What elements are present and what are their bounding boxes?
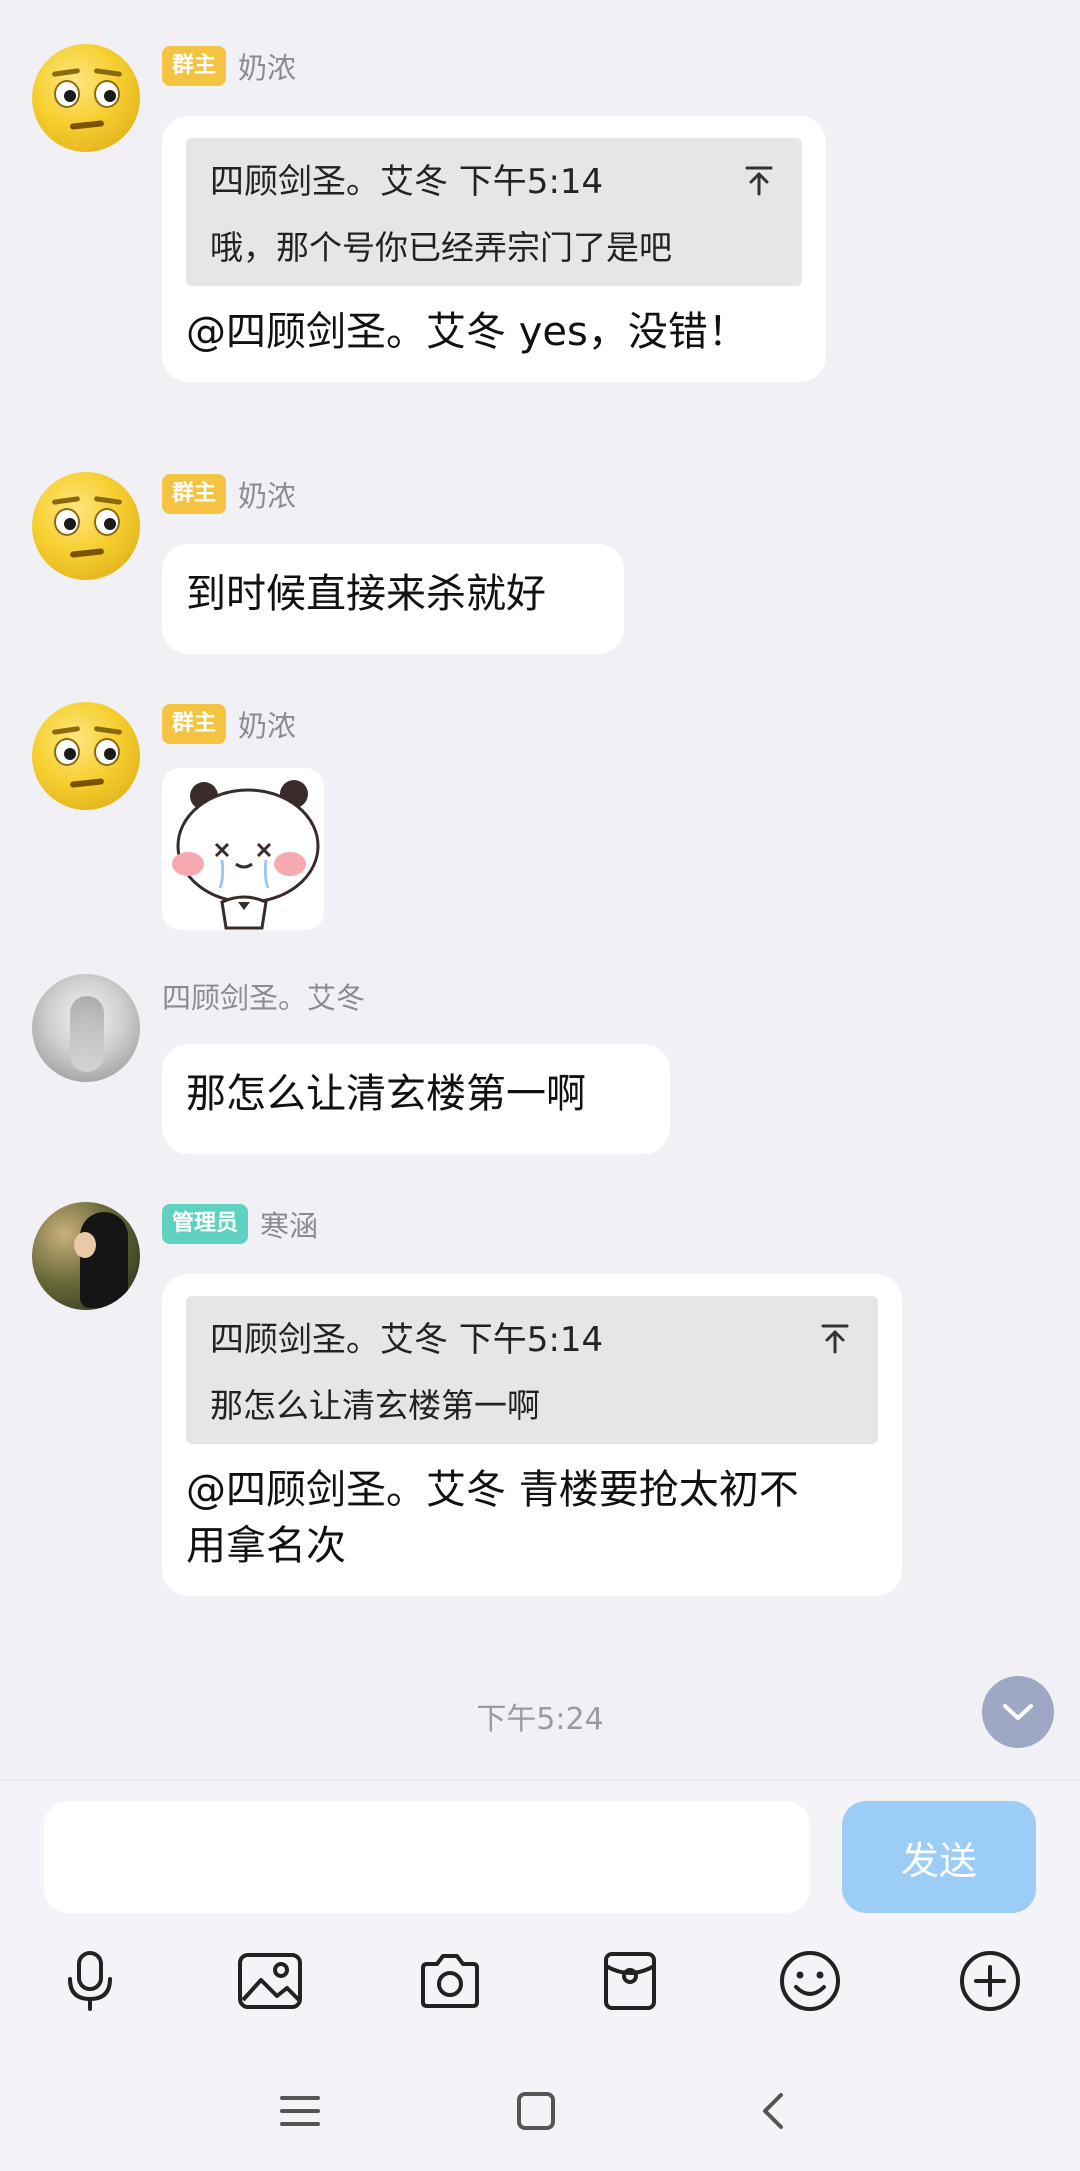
avatar[interactable] <box>32 1202 140 1310</box>
sender-name[interactable]: 寒涵 <box>260 1203 318 1245</box>
owner-badge: 群主 <box>162 704 227 744</box>
message-bubble[interactable]: 四顾剑圣。艾冬 下午5:14 那怎么让清玄楼第一啊 @四顾剑圣。艾冬 青楼要抢太… <box>162 1274 902 1596</box>
message-bubble[interactable]: 到时候直接来杀就好 <box>162 544 624 654</box>
sender-name[interactable]: 奶浓 <box>238 45 296 87</box>
avatar[interactable] <box>32 702 140 810</box>
jump-to-original-icon[interactable] <box>818 1322 852 1356</box>
image-icon[interactable] <box>222 1933 318 2029</box>
input-toolbar <box>0 1933 1080 2029</box>
avatar[interactable] <box>32 472 140 580</box>
menu-icon[interactable] <box>252 2056 348 2166</box>
quote-header: 四顾剑圣。艾冬 下午5:14 <box>210 1320 604 1360</box>
emoji-icon[interactable] <box>762 1933 858 2029</box>
panda-crying-sticker[interactable] <box>162 768 324 930</box>
message-text: 到时候直接来杀就好 <box>186 571 546 617</box>
message-meta: 群主 奶浓 <box>162 44 296 88</box>
quoted-message[interactable]: 四顾剑圣。艾冬 下午5:14 那怎么让清玄楼第一啊 <box>186 1296 878 1444</box>
message-meta: 群主 奶浓 <box>162 472 296 516</box>
system-navbar <box>0 2056 1080 2166</box>
message-bubble[interactable]: 四顾剑圣。艾冬 下午5:14 哦，那个号你已经弄宗门了是吧 @四顾剑圣。艾冬 y… <box>162 116 826 382</box>
quote-header: 四顾剑圣。艾冬 下午5:14 <box>210 162 604 202</box>
microphone-icon[interactable] <box>42 1933 138 2029</box>
message-bubble[interactable]: 那怎么让清玄楼第一啊 <box>162 1044 670 1154</box>
back-icon[interactable] <box>724 2056 820 2166</box>
sender-name[interactable]: 奶浓 <box>238 703 296 745</box>
quote-body: 哦，那个号你已经弄宗门了是吧 <box>210 228 672 267</box>
message-text: @四顾剑圣。艾冬 yes，没错！ <box>186 309 748 355</box>
timestamp: 下午5:24 <box>476 1702 604 1737</box>
message-meta: 群主 奶浓 <box>162 702 296 746</box>
avatar[interactable] <box>32 44 140 152</box>
plus-icon[interactable] <box>942 1933 1038 2029</box>
jump-to-original-icon[interactable] <box>742 164 776 198</box>
quote-body: 那怎么让清玄楼第一啊 <box>210 1386 540 1425</box>
message-meta: 管理员 寒涵 <box>162 1202 318 1246</box>
owner-badge: 群主 <box>162 474 227 514</box>
chevron-down-icon <box>1003 1704 1033 1720</box>
message-input[interactable] <box>44 1801 810 1913</box>
home-icon[interactable] <box>488 2056 584 2166</box>
message-meta: 四顾剑圣。艾冬 <box>162 974 365 1018</box>
admin-badge: 管理员 <box>162 1204 249 1244</box>
send-button[interactable]: 发送 <box>842 1801 1036 1913</box>
message-text: @四顾剑圣。艾冬 青楼要抢太初不 用拿名次 <box>186 1462 878 1574</box>
chat-screen: 群主 奶浓 四顾剑圣。艾冬 下午5:14 哦，那个号你已经弄宗门了是吧 @四顾剑… <box>0 0 1080 2171</box>
quoted-message[interactable]: 四顾剑圣。艾冬 下午5:14 哦，那个号你已经弄宗门了是吧 <box>186 138 802 286</box>
sender-name[interactable]: 奶浓 <box>238 473 296 515</box>
avatar[interactable] <box>32 974 140 1082</box>
message-text-line: 用拿名次 <box>186 1523 346 1569</box>
red-packet-icon[interactable] <box>582 1933 678 2029</box>
message-text-line: @四顾剑圣。艾冬 青楼要抢太初不 <box>186 1467 799 1513</box>
sender-name[interactable]: 四顾剑圣。艾冬 <box>162 975 365 1017</box>
scroll-to-bottom-button[interactable] <box>982 1676 1054 1748</box>
message-text: 那怎么让清玄楼第一啊 <box>186 1071 586 1117</box>
camera-icon[interactable] <box>402 1933 498 2029</box>
owner-badge: 群主 <box>162 46 227 86</box>
